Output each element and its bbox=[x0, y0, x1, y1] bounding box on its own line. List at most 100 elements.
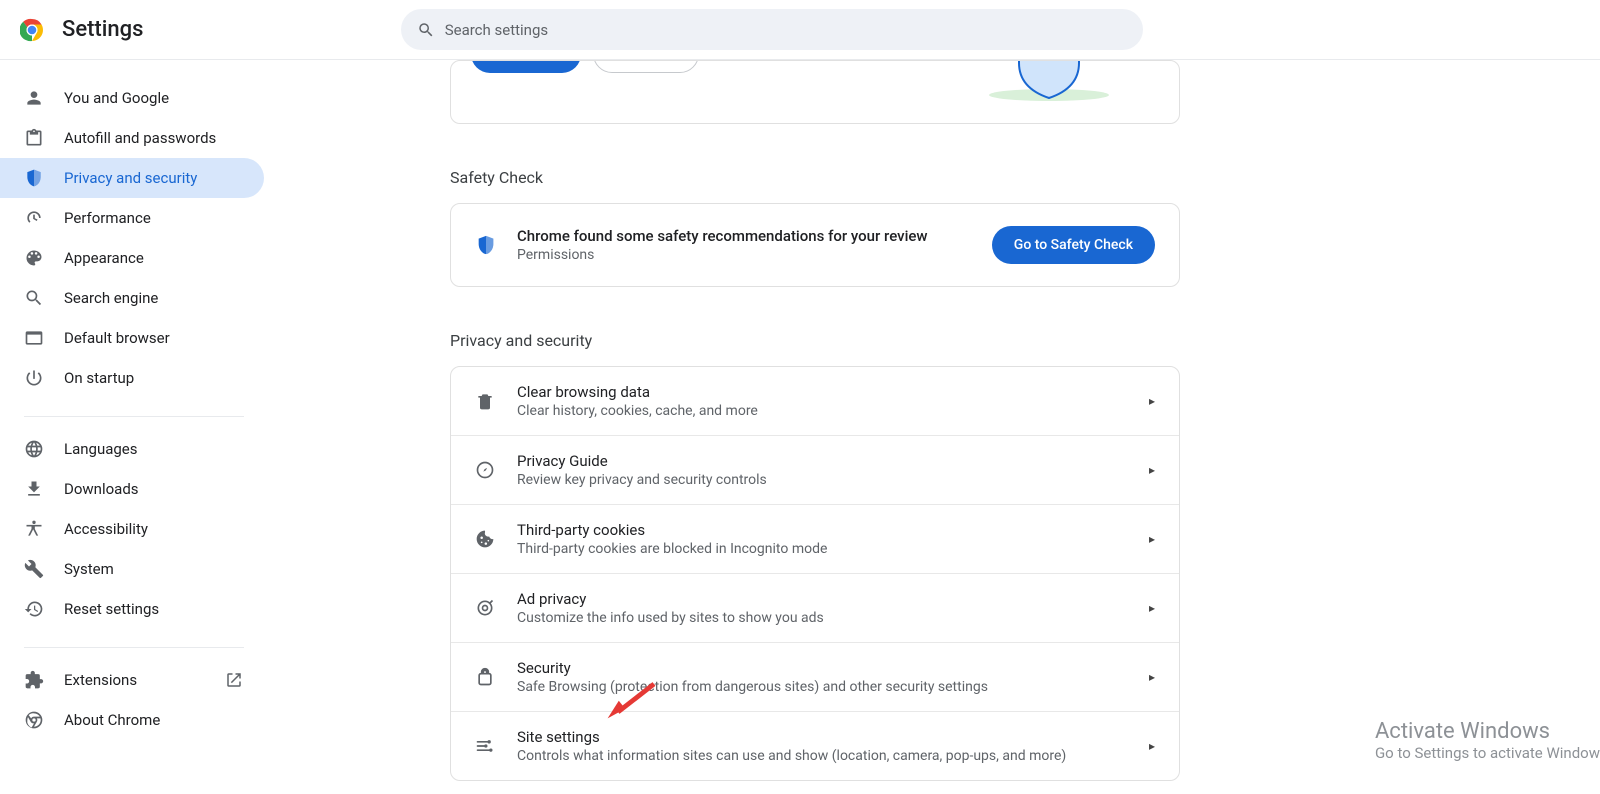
sidebar-item-you-and-google[interactable]: You and Google bbox=[0, 78, 264, 118]
row-privacy-guide[interactable]: Privacy Guide Review key privacy and sec… bbox=[451, 436, 1179, 505]
no-thanks-button[interactable]: No thanks bbox=[593, 60, 699, 73]
sidebar-item-label: Default browser bbox=[64, 329, 170, 347]
shield-illustration-icon bbox=[979, 60, 1119, 107]
sidebar-item-label: On startup bbox=[64, 369, 134, 387]
row-security[interactable]: Security Safe Browsing (protection from … bbox=[451, 643, 1179, 712]
watermark-title: Activate Windows bbox=[1375, 719, 1600, 744]
safety-check-card: Chrome found some safety recommendations… bbox=[450, 203, 1180, 287]
clipboard-icon bbox=[24, 128, 44, 148]
restore-icon bbox=[24, 599, 44, 619]
go-to-safety-check-button[interactable]: Go to Safety Check bbox=[992, 226, 1155, 264]
lock-icon bbox=[475, 667, 495, 687]
page-title: Settings bbox=[62, 17, 143, 42]
chevron-right-icon: ▸ bbox=[1149, 739, 1155, 753]
safety-check-title: Chrome found some safety recommendations… bbox=[517, 227, 972, 245]
safety-check-heading: Safety Check bbox=[450, 168, 1180, 187]
search-wrap bbox=[401, 9, 1143, 50]
sidebar-item-label: Reset settings bbox=[64, 600, 159, 618]
sidebar-item-appearance[interactable]: Appearance bbox=[0, 238, 264, 278]
chrome-outline-icon bbox=[24, 710, 44, 730]
speedometer-icon bbox=[24, 208, 44, 228]
wrench-icon bbox=[24, 559, 44, 579]
settings-header: Settings bbox=[0, 0, 1600, 60]
sidebar-item-system[interactable]: System bbox=[0, 549, 264, 589]
layout: You and Google Autofill and passwords Pr… bbox=[0, 60, 1600, 794]
sidebar-item-label: About Chrome bbox=[64, 711, 160, 729]
row-title: Security bbox=[517, 659, 1127, 677]
sidebar-item-accessibility[interactable]: Accessibility bbox=[0, 509, 264, 549]
sidebar-item-autofill[interactable]: Autofill and passwords bbox=[0, 118, 264, 158]
enhanced-protection-card: Get started No thanks bbox=[450, 60, 1180, 124]
person-icon bbox=[24, 88, 44, 108]
trash-icon bbox=[475, 391, 495, 411]
watermark-sub: Go to Settings to activate Window bbox=[1375, 744, 1600, 762]
sidebar-item-label: Autofill and passwords bbox=[64, 129, 216, 147]
sidebar-item-label: Search engine bbox=[64, 289, 158, 307]
row-title: Site settings bbox=[517, 728, 1127, 746]
shield-icon bbox=[24, 168, 44, 188]
globe-icon bbox=[24, 439, 44, 459]
sliders-icon bbox=[475, 736, 495, 756]
row-third-party-cookies[interactable]: Third-party cookies Third-party cookies … bbox=[451, 505, 1179, 574]
logo-wrap: Settings bbox=[20, 17, 143, 42]
sidebar-item-reset[interactable]: Reset settings bbox=[0, 589, 264, 629]
row-title: Ad privacy bbox=[517, 590, 1127, 608]
download-icon bbox=[24, 479, 44, 499]
search-input[interactable] bbox=[401, 9, 1143, 50]
cookie-icon bbox=[475, 529, 495, 549]
sidebar-item-downloads[interactable]: Downloads bbox=[0, 469, 264, 509]
ad-privacy-icon bbox=[475, 598, 495, 618]
sidebar-item-label: Appearance bbox=[64, 249, 144, 267]
row-site-settings[interactable]: Site settings Controls what information … bbox=[451, 712, 1179, 780]
shield-icon bbox=[475, 234, 497, 256]
sidebar-item-on-startup[interactable]: On startup bbox=[0, 358, 264, 398]
extension-icon bbox=[24, 670, 44, 690]
chevron-right-icon: ▸ bbox=[1149, 670, 1155, 684]
sidebar-item-label: Downloads bbox=[64, 480, 139, 498]
sidebar-item-label: Accessibility bbox=[64, 520, 148, 538]
red-annotation-arrow-icon bbox=[599, 680, 669, 720]
chevron-right-icon: ▸ bbox=[1149, 394, 1155, 408]
row-sub: Third-party cookies are blocked in Incog… bbox=[517, 541, 1127, 557]
sidebar-item-extensions[interactable]: Extensions bbox=[0, 660, 264, 700]
sidebar-item-label: Performance bbox=[64, 209, 151, 227]
accessibility-icon bbox=[24, 519, 44, 539]
row-sub: Clear history, cookies, cache, and more bbox=[517, 403, 1127, 419]
sidebar-item-performance[interactable]: Performance bbox=[0, 198, 264, 238]
row-title: Clear browsing data bbox=[517, 383, 1127, 401]
chevron-right-icon: ▸ bbox=[1149, 532, 1155, 546]
sidebar: You and Google Autofill and passwords Pr… bbox=[0, 60, 268, 794]
sidebar-divider bbox=[24, 416, 244, 417]
chrome-logo-icon bbox=[20, 18, 44, 42]
row-sub: Controls what information sites can use … bbox=[517, 748, 1127, 764]
row-clear-browsing-data[interactable]: Clear browsing data Clear history, cooki… bbox=[451, 367, 1179, 436]
sidebar-divider bbox=[24, 647, 244, 648]
sidebar-item-label: Privacy and security bbox=[64, 169, 197, 187]
row-ad-privacy[interactable]: Ad privacy Customize the info used by si… bbox=[451, 574, 1179, 643]
get-started-button[interactable]: Get started bbox=[471, 60, 581, 73]
sidebar-item-search-engine[interactable]: Search engine bbox=[0, 278, 264, 318]
privacy-section-heading: Privacy and security bbox=[450, 331, 1180, 350]
browser-icon bbox=[24, 328, 44, 348]
search-icon bbox=[417, 21, 435, 39]
sidebar-item-languages[interactable]: Languages bbox=[0, 429, 264, 469]
row-sub: Review key privacy and security controls bbox=[517, 472, 1127, 488]
row-title: Privacy Guide bbox=[517, 452, 1127, 470]
chevron-right-icon: ▸ bbox=[1149, 601, 1155, 615]
safety-check-sub: Permissions bbox=[517, 247, 972, 263]
sidebar-item-privacy-security[interactable]: Privacy and security bbox=[0, 158, 264, 198]
windows-activation-watermark: Activate Windows Go to Settings to activ… bbox=[1375, 719, 1600, 762]
chevron-right-icon: ▸ bbox=[1149, 463, 1155, 477]
sidebar-item-label: Languages bbox=[64, 440, 138, 458]
open-external-icon bbox=[224, 670, 244, 690]
privacy-security-list: Clear browsing data Clear history, cooki… bbox=[450, 366, 1180, 781]
power-icon bbox=[24, 368, 44, 388]
search-icon bbox=[24, 288, 44, 308]
main-content: Get started No thanks Safety Check bbox=[268, 60, 1600, 794]
sidebar-item-label: System bbox=[64, 560, 114, 578]
sidebar-item-about-chrome[interactable]: About Chrome bbox=[0, 700, 264, 740]
sidebar-item-label: Extensions bbox=[64, 671, 137, 689]
row-sub: Customize the info used by sites to show… bbox=[517, 610, 1127, 626]
palette-icon bbox=[24, 248, 44, 268]
sidebar-item-default-browser[interactable]: Default browser bbox=[0, 318, 264, 358]
